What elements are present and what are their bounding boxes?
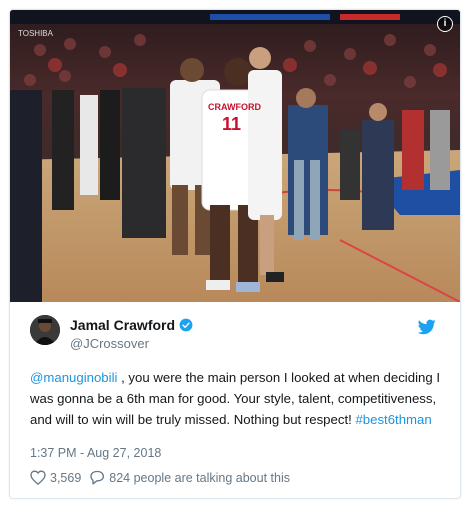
avatar-image xyxy=(30,315,60,345)
verified-icon xyxy=(179,318,193,332)
avatar[interactable] xyxy=(30,315,60,345)
tweet-card[interactable]: TOSHIBA CRAWFORD 11 i Jamal Crawford @JC… xyxy=(9,9,461,499)
user-handle[interactable]: @JCrossover xyxy=(70,336,149,351)
conversation-button[interactable]: 824 people are talking about this xyxy=(89,470,290,485)
jersey-number: 11 xyxy=(222,114,241,134)
timestamp[interactable]: 1:37 PM - Aug 27, 2018 xyxy=(30,446,161,460)
jersey-name: CRAWFORD xyxy=(208,102,261,112)
comment-icon xyxy=(90,470,105,485)
basketball-hug-photo: TOSHIBA CRAWFORD 11 xyxy=(10,10,460,302)
like-count: 3,569 xyxy=(50,470,82,485)
tweet-photo[interactable]: TOSHIBA CRAWFORD 11 i xyxy=(10,10,460,302)
tweet-text: @manuginobili , you were the main person… xyxy=(30,367,450,430)
talking-count: 824 people are talking about this xyxy=(109,470,290,485)
info-icon[interactable]: i xyxy=(437,16,453,32)
mention-link[interactable]: @manuginobili xyxy=(30,370,117,385)
name-row: Jamal Crawford xyxy=(70,317,193,333)
like-button[interactable]: 3,569 xyxy=(30,470,81,485)
display-name[interactable]: Jamal Crawford xyxy=(70,317,175,333)
tweet-actions: 3,569 824 people are talking about this xyxy=(30,470,298,485)
heart-icon xyxy=(30,470,46,485)
hashtag-link[interactable]: #best6thman xyxy=(355,412,431,427)
arena-banner: TOSHIBA xyxy=(18,29,54,38)
tweet-header: Jamal Crawford @JCrossover xyxy=(30,315,440,355)
twitter-bird-icon[interactable] xyxy=(418,319,436,335)
